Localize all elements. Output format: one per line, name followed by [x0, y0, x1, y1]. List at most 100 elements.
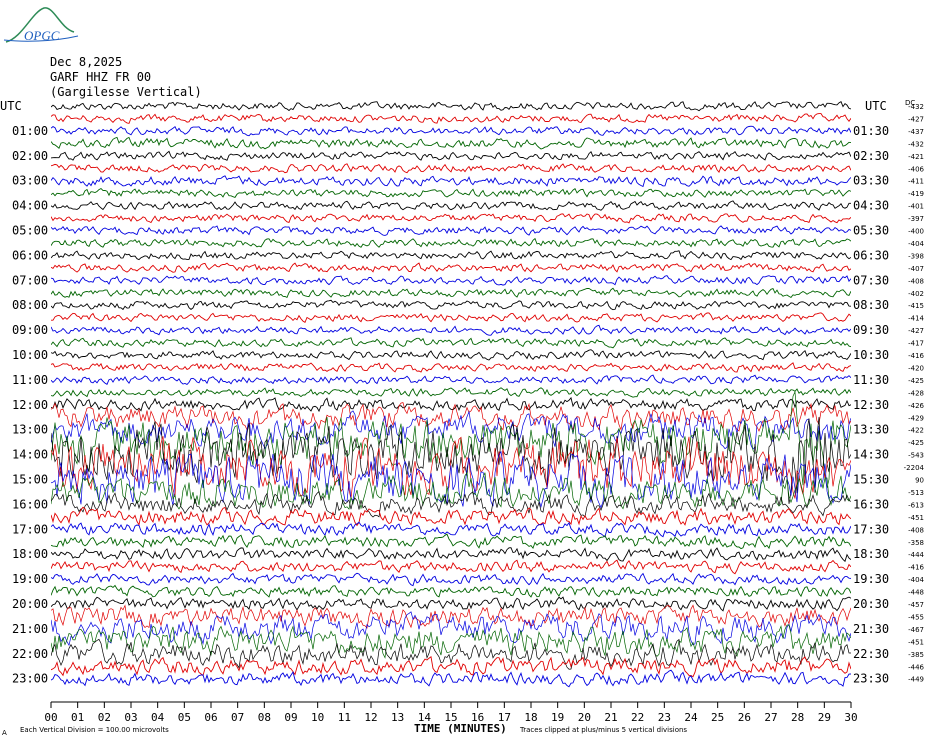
dc-offset-label: -416 [908, 352, 924, 360]
dc-offset-label: -385 [908, 651, 924, 659]
left-hour-label: 01:00 [12, 124, 48, 138]
seismic-trace [51, 521, 851, 538]
seismic-trace [51, 262, 851, 273]
dc-offset-label: -421 [908, 153, 924, 161]
dc-offset-label: -427 [908, 327, 924, 335]
dc-offset-label: -358 [908, 539, 924, 547]
left-hour-label: 03:00 [12, 174, 48, 188]
x-tick-label: 25 [711, 711, 724, 724]
seismic-trace [51, 299, 851, 311]
right-hour-label: 02:30 [853, 149, 889, 163]
seismic-trace [51, 669, 851, 688]
dc-offset-label: -425 [908, 439, 924, 447]
dc-offset-label: -416 [908, 564, 924, 572]
right-utc-label: UTC [865, 99, 887, 113]
dc-offset-label: -407 [908, 265, 924, 273]
left-hour-label: 07:00 [12, 273, 48, 287]
left-hour-label: 17:00 [12, 522, 48, 536]
x-tick-label: 23 [658, 711, 671, 724]
dc-offset-labels: -432 -427 -437 -432 -421 -406 -411 -419 -401 -397… [904, 103, 925, 684]
seismic-trace [51, 237, 851, 248]
left-hour-label: 02:00 [12, 149, 48, 163]
right-hour-label: 05:30 [853, 224, 889, 238]
seismic-trace [51, 312, 851, 323]
scale-note: Each Vertical Division = 100.00 microvol… [20, 726, 169, 734]
right-hour-label: 18:30 [853, 547, 889, 561]
left-utc-label: UTC [0, 99, 22, 113]
seismic-trace [51, 150, 851, 161]
right-hour-label: 14:30 [853, 448, 889, 462]
dc-offset-label: -613 [908, 501, 924, 509]
x-tick-label: 09 [284, 711, 297, 724]
right-hour-label: 07:30 [853, 273, 889, 287]
dc-offset-label: -400 [908, 228, 924, 236]
seismic-trace [51, 387, 851, 398]
seismic-trace [51, 101, 851, 112]
dc-offset-label: -425 [908, 377, 924, 385]
dc-offset-label: -411 [908, 178, 924, 186]
seismic-trace [51, 163, 851, 174]
dc-offset-label: -428 [908, 389, 924, 397]
dc-offset-label: -437 [908, 128, 924, 136]
seismic-trace [51, 113, 851, 124]
seismic-trace [51, 287, 851, 299]
left-hour-label: 18:00 [12, 547, 48, 561]
x-tick-label: 21 [604, 711, 617, 724]
right-hour-label: 23:30 [853, 672, 889, 686]
left-hour-label: 04:00 [12, 199, 48, 213]
right-hour-label: 09:30 [853, 323, 889, 337]
x-tick-label: 30 [844, 711, 857, 724]
dc-offset-label: -422 [908, 427, 924, 435]
dc-offset-label: -406 [908, 165, 924, 173]
right-hour-label: 08:30 [853, 298, 889, 312]
left-hour-label: 11:00 [12, 373, 48, 387]
dc-offset-label: -448 [908, 589, 924, 597]
seismic-trace [51, 324, 851, 336]
x-tick-label: 22 [631, 711, 644, 724]
x-tick-label: 11 [338, 711, 351, 724]
x-tick-label: 01 [71, 711, 84, 724]
right-hour-label: 13:30 [853, 423, 889, 437]
seismic-trace [51, 374, 851, 385]
dc-offset-label: -408 [908, 526, 924, 534]
x-tick-label: 24 [684, 711, 698, 724]
seismic-trace [51, 200, 851, 211]
left-hour-label: 10:00 [12, 348, 48, 362]
dc-offset-label: -398 [908, 252, 924, 260]
dc-offset-label: -420 [908, 364, 924, 372]
seismic-trace [51, 604, 851, 629]
dc-offset-label: -543 [908, 452, 924, 460]
left-hour-label: 22:00 [12, 647, 48, 661]
seismic-trace [51, 402, 851, 432]
left-hour-label: 20:00 [12, 597, 48, 611]
right-hour-label: 03:30 [853, 174, 889, 188]
x-tick-label: 20 [578, 711, 591, 724]
seismic-trace [51, 213, 851, 224]
right-hour-label: 15:30 [853, 473, 889, 487]
seismic-trace [51, 175, 851, 188]
right-hour-label: 20:30 [853, 597, 889, 611]
corner-mark: A [2, 729, 7, 737]
x-tick-label: 13 [391, 711, 404, 724]
right-hour-label: 04:30 [853, 199, 889, 213]
seismic-trace [51, 250, 851, 261]
dc-offset-label: -457 [908, 601, 924, 609]
left-hour-labels: 01:00 02:00 03:00 04:00 05:00 06:00 07:00 08:00… [12, 124, 48, 686]
right-hour-label: 16:30 [853, 497, 889, 511]
x-tick-label: 18 [524, 711, 537, 724]
right-hour-label: 19:30 [853, 572, 889, 586]
x-axis-title: TIME (MINUTES) [414, 722, 507, 735]
right-hour-label: 10:30 [853, 348, 889, 362]
seismic-trace [51, 572, 851, 587]
seismic-trace [51, 349, 851, 361]
dc-offset-label: -408 [908, 277, 924, 285]
seismic-trace [51, 275, 851, 286]
x-tick-label: 00 [44, 711, 57, 724]
seismic-trace [51, 611, 851, 647]
time-axis: 00 01 02 03 04 05 06 07 08 09 10 11 12 13 14 15 16 17 18 19… [44, 701, 858, 724]
dc-offset-label: -415 [908, 302, 924, 310]
dc-offset-label: -432 [908, 103, 924, 111]
dc-offset-label: -451 [908, 638, 924, 646]
left-hour-label: 09:00 [12, 323, 48, 337]
dc-offset-label: -427 [908, 115, 924, 123]
